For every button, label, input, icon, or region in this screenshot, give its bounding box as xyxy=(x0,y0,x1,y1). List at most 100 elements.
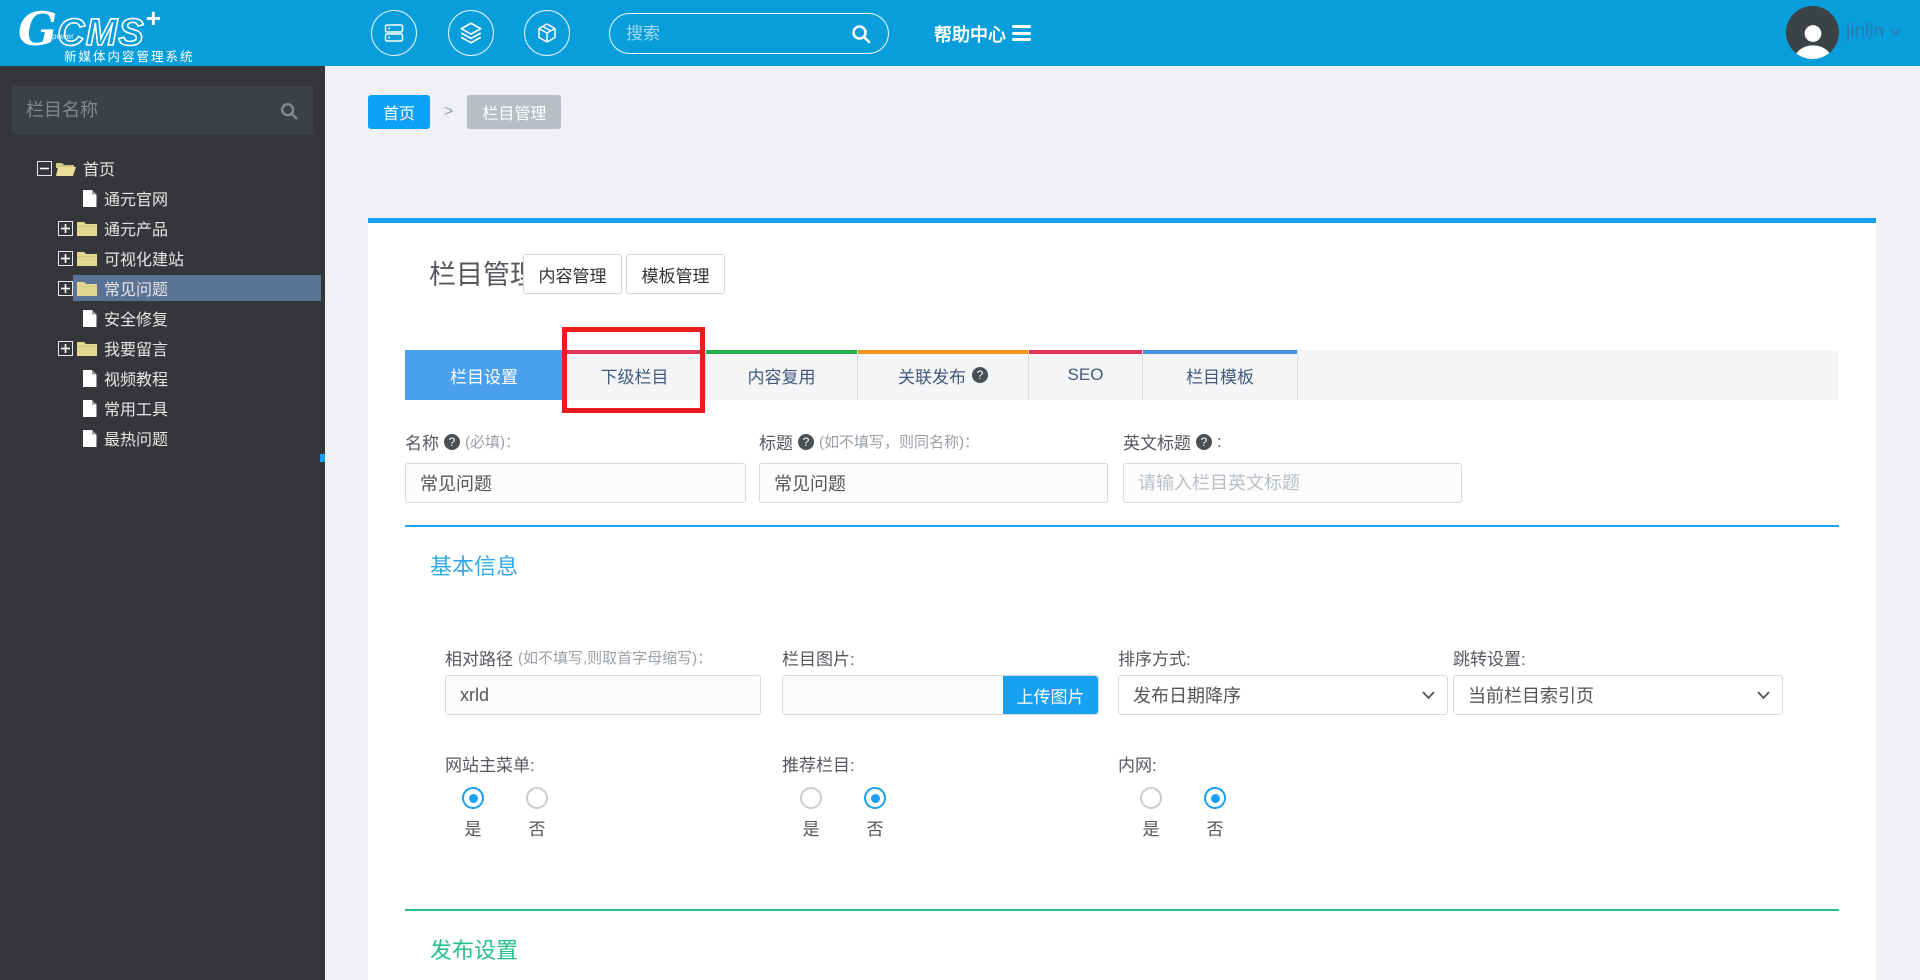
radio-yes[interactable]: 是 xyxy=(798,787,824,840)
intranet-label: 内网: xyxy=(1118,756,1157,775)
document-icon xyxy=(82,189,97,207)
user-menu[interactable]: jinlin xyxy=(1846,21,1901,43)
expand-icon[interactable] xyxy=(58,250,73,266)
help-icon[interactable]: ? xyxy=(798,433,814,450)
chevron-down-icon xyxy=(1757,691,1770,699)
expand-icon[interactable] xyxy=(58,220,73,236)
expand-icon[interactable] xyxy=(58,280,73,296)
radio-no[interactable]: 否 xyxy=(862,787,888,840)
tree-item[interactable]: 视频教程 xyxy=(0,363,325,393)
radio-selected-icon xyxy=(462,787,484,809)
tree-item-home[interactable]: 首页 xyxy=(0,153,325,183)
tab-bar-filler xyxy=(1297,350,1839,400)
template-manage-button[interactable]: 模板管理 xyxy=(626,254,725,294)
tree-item[interactable]: 通元产品 xyxy=(0,213,325,243)
tree-label: 通元官网 xyxy=(104,192,169,209)
breadcrumb: 首页 > 栏目管理 xyxy=(368,95,562,129)
avatar[interactable] xyxy=(1786,6,1839,59)
publish-section-title: 发布设置 xyxy=(430,938,519,963)
recommend-label: 推荐栏目: xyxy=(782,756,855,775)
tree-item[interactable]: 最热问题 xyxy=(0,423,325,453)
english-title-label: 英文标题?: xyxy=(1123,431,1222,454)
chevron-down-icon xyxy=(1889,28,1901,36)
folder-icon xyxy=(77,251,97,266)
annotation-highlight-box xyxy=(562,327,705,413)
sidebar-search-input[interactable] xyxy=(26,100,279,121)
name-input[interactable] xyxy=(405,463,746,503)
title-input[interactable] xyxy=(759,463,1108,503)
tree-label: 我要留言 xyxy=(104,342,169,359)
category-tree: 首页 通元官网 通元产品 可视化建站 常见问题 安全修复 我要留言 视频教程 常… xyxy=(0,153,325,453)
help-icon[interactable]: ? xyxy=(972,367,988,383)
tree-item[interactable]: 我要留言 xyxy=(0,333,325,363)
column-image-input[interactable]: 上传图片 xyxy=(782,675,1099,715)
intranet-radios: 是 否 xyxy=(1138,787,1228,840)
relative-path-input[interactable] xyxy=(445,675,761,715)
tree-label: 安全修复 xyxy=(104,312,169,329)
help-center-link[interactable]: 帮助中心 xyxy=(934,21,1006,47)
document-icon xyxy=(82,399,97,417)
content-manage-button[interactable]: 内容管理 xyxy=(523,254,622,294)
tree-item[interactable]: 可视化建站 xyxy=(0,243,325,273)
tab-column-settings[interactable]: 栏目设置 xyxy=(405,350,563,400)
radio-yes[interactable]: 是 xyxy=(460,787,486,840)
breadcrumb-current: 栏目管理 xyxy=(467,95,562,129)
tree-item[interactable]: 常用工具 xyxy=(0,393,325,423)
radio-no[interactable]: 否 xyxy=(1202,787,1228,840)
sort-mode-label: 排序方式: xyxy=(1118,650,1191,669)
radio-selected-icon xyxy=(864,787,886,809)
menu-icon[interactable] xyxy=(1012,25,1031,45)
english-title-input[interactable] xyxy=(1123,463,1462,503)
folder-icon xyxy=(77,281,97,296)
tab-related-publish[interactable]: 关联发布 ? xyxy=(857,350,1028,400)
breadcrumb-separator: > xyxy=(444,103,454,120)
logo-power-text: power xyxy=(52,32,74,41)
global-search-input[interactable] xyxy=(626,23,850,44)
radio-unselected-icon xyxy=(1140,787,1162,809)
document-icon xyxy=(82,309,97,327)
layers-icon[interactable] xyxy=(448,10,494,56)
radio-unselected-icon xyxy=(800,787,822,809)
jump-setting-select[interactable]: 当前栏目索引页 xyxy=(1453,675,1783,715)
title-label: 标题? (如不填写，则同名称)： xyxy=(759,433,979,453)
main-menu-radios: 是 否 xyxy=(460,787,550,840)
expand-icon[interactable] xyxy=(58,340,73,356)
help-icon[interactable]: ? xyxy=(444,433,460,450)
tree-item[interactable]: 安全修复 xyxy=(0,303,325,333)
basic-info-section-title: 基本信息 xyxy=(430,554,519,579)
global-search xyxy=(609,13,889,54)
cube-icon[interactable] xyxy=(524,10,570,56)
relative-path-label: 相对路径 (如不填写,则取首字母缩写)： xyxy=(445,650,713,669)
sidebar-search xyxy=(12,86,313,135)
search-icon[interactable] xyxy=(850,23,872,45)
sidebar: 首页 通元官网 通元产品 可视化建站 常见问题 安全修复 xyxy=(0,66,325,980)
radio-selected-icon xyxy=(1204,787,1226,809)
recommend-radios: 是 否 xyxy=(798,787,888,840)
radio-no[interactable]: 否 xyxy=(524,787,550,840)
topbar: GCMS+ power 新媒体内容管理系统 帮助中心 jinlin xyxy=(0,0,1920,66)
help-icon[interactable]: ? xyxy=(1196,433,1212,450)
tab-seo[interactable]: SEO xyxy=(1028,350,1142,400)
radio-yes[interactable]: 是 xyxy=(1138,787,1164,840)
collapse-icon[interactable] xyxy=(37,160,52,176)
folder-open-icon xyxy=(56,161,76,176)
tab-column-template[interactable]: 栏目模板 xyxy=(1142,350,1297,400)
tree-item-selected[interactable]: 常见问题 xyxy=(0,273,325,303)
tree-item[interactable]: 通元官网 xyxy=(0,183,325,213)
tab-accent xyxy=(858,350,1028,354)
folder-icon xyxy=(77,341,97,356)
storage-icon[interactable] xyxy=(371,10,417,56)
upload-image-button[interactable]: 上传图片 xyxy=(1003,676,1098,714)
content-card: 栏目管理 内容管理 模板管理 栏目设置 下级栏目 内容复用 关联发布 ? SEO… xyxy=(368,218,1876,980)
sidebar-scroll-handle[interactable] xyxy=(320,454,325,462)
sort-mode-select[interactable]: 发布日期降序 xyxy=(1118,675,1448,715)
tree-label: 通元产品 xyxy=(104,222,169,239)
tab-content-reuse[interactable]: 内容复用 xyxy=(705,350,857,400)
chevron-down-icon xyxy=(1422,691,1435,699)
page-title: 栏目管理 xyxy=(429,260,537,290)
main-area: 首页 > 栏目管理 栏目管理 内容管理 模板管理 栏目设置 下级栏目 内容复用 … xyxy=(325,66,1920,980)
document-icon xyxy=(82,369,97,387)
search-icon[interactable] xyxy=(279,101,299,121)
tab-accent xyxy=(1029,350,1142,354)
breadcrumb-home[interactable]: 首页 xyxy=(368,95,431,129)
